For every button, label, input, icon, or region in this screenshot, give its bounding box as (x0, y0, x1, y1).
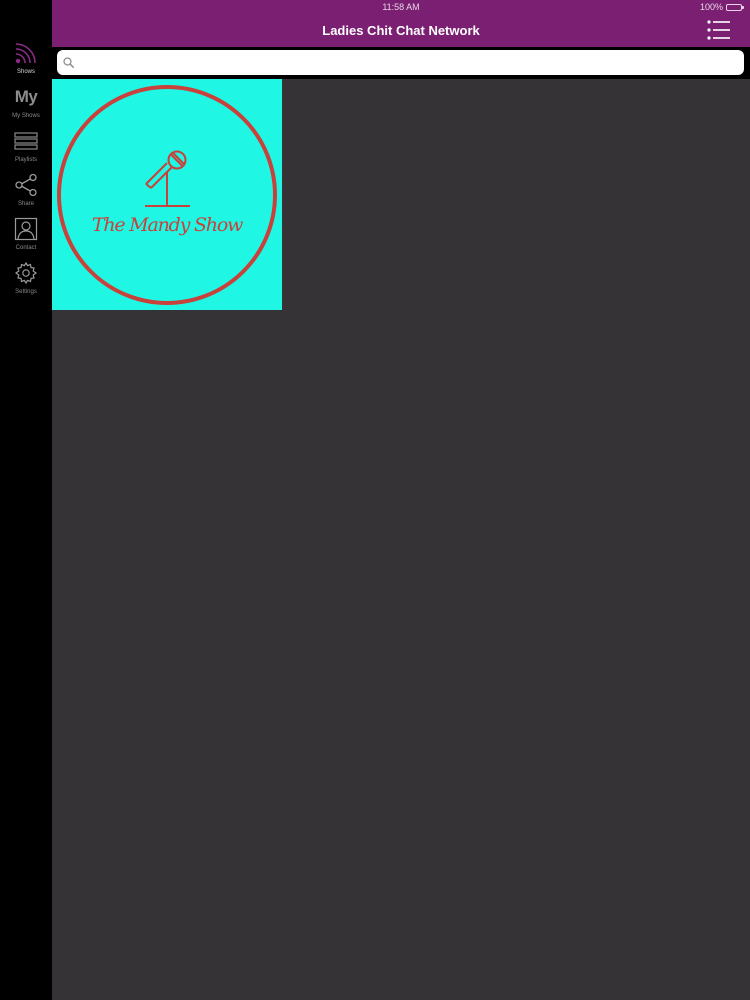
battery-percent: 100% (699, 2, 723, 12)
sidebar-item-label: Share (17, 201, 34, 207)
sidebar-nav: Shows My My Shows Playlists Share Contac… (0, 40, 52, 304)
sidebar-item-share[interactable]: Share (0, 172, 52, 216)
show-title: The Mandy Show (92, 214, 243, 236)
sidebar-item-label: Shows (16, 69, 35, 75)
search-icon (63, 57, 74, 68)
show-artwork: The Mandy Show (57, 85, 277, 305)
share-icon (15, 173, 37, 197)
sidebar-item-my-shows[interactable]: My My Shows (0, 84, 52, 128)
page-title: Ladies Chit Chat Network (322, 23, 480, 38)
search-input[interactable] (78, 51, 744, 74)
sidebar: Shows My My Shows Playlists Share Contac… (0, 0, 52, 1000)
sidebar-item-label: Playlists (14, 157, 37, 163)
microphone-icon (145, 150, 190, 207)
shows-grid: The Mandy Show (52, 79, 750, 1000)
battery-icon (726, 3, 744, 11)
show-tile[interactable]: The Mandy Show (52, 79, 282, 310)
menu-button[interactable] (706, 19, 732, 41)
podcast-signal-icon (15, 43, 36, 64)
search-field[interactable] (57, 50, 744, 75)
battery-indicator: 100% (699, 2, 744, 12)
sidebar-item-settings[interactable]: Settings (0, 260, 52, 304)
sidebar-item-label: Settings (15, 289, 37, 295)
sidebar-item-label: Contact (15, 245, 37, 251)
gear-icon (14, 261, 38, 285)
sidebar-item-label: My Shows (12, 113, 40, 119)
stacked-bars-icon (14, 132, 38, 150)
my-text-icon: My (14, 87, 38, 106)
contact-person-icon (14, 217, 38, 241)
sidebar-item-playlists[interactable]: Playlists (0, 128, 52, 172)
status-bar: 11:58 AM 100% (52, 0, 750, 14)
sidebar-item-contact[interactable]: Contact (0, 216, 52, 260)
sidebar-item-shows[interactable]: Shows (0, 40, 52, 84)
status-time: 11:58 AM (382, 2, 420, 12)
list-menu-icon (707, 20, 730, 40)
app-window: 11:58 AM 100% Ladies Chit Chat Network S… (0, 0, 750, 1000)
